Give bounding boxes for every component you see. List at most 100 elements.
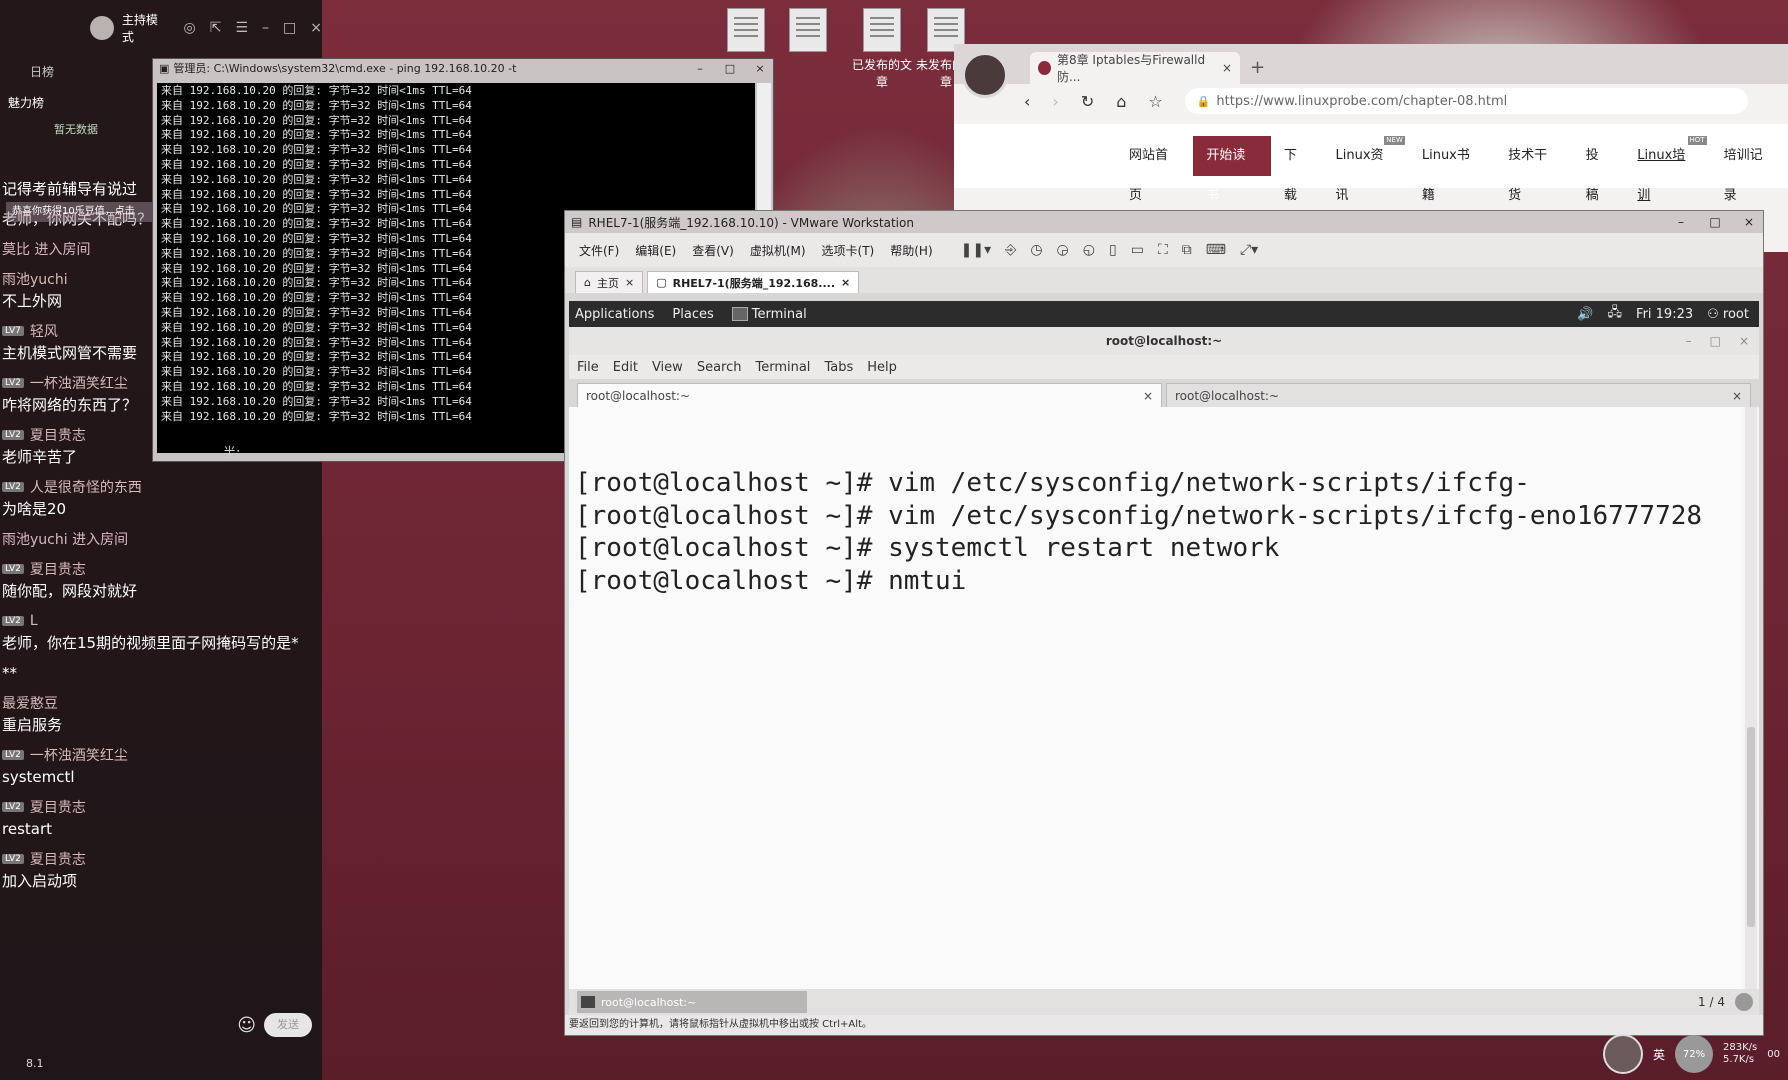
menu-edit[interactable]: Edit <box>613 360 638 375</box>
tray-extra[interactable]: 00 <box>1767 1049 1780 1060</box>
desktop-file-icon[interactable] <box>716 8 776 56</box>
guest-screen[interactable]: Applications Places Terminal 🔊 🖧 Fri 19:… <box>569 301 1759 1015</box>
site-nav-item[interactable]: Linux资讯 NEW <box>1323 136 1409 203</box>
vm-tab-home[interactable]: ⌂ 主页 × <box>575 271 644 293</box>
menu-help[interactable]: 帮助(H) <box>890 242 932 259</box>
send-button[interactable]: 发送 <box>264 1013 312 1037</box>
home-icon[interactable]: ⌂ <box>1116 92 1126 111</box>
close-icon[interactable]: × <box>1143 389 1153 403</box>
site-nav-item[interactable]: 技术干货 <box>1495 136 1572 203</box>
fullscreen-icon[interactable]: ⛶ <box>1158 242 1168 258</box>
close-icon[interactable]: × <box>841 276 850 289</box>
site-nav-item[interactable]: 网站首页 <box>1116 136 1193 203</box>
close-icon[interactable]: × <box>1732 389 1742 403</box>
console-icon[interactable]: ⌨ <box>1206 242 1226 258</box>
settings-icon[interactable]: ◎ <box>184 20 196 36</box>
host-avatar[interactable] <box>90 16 114 40</box>
cpu-gauge[interactable]: 72% <box>1675 1035 1714 1073</box>
desktop-folder-published[interactable]: 已发布的文章 <box>850 8 914 90</box>
menu-terminal[interactable]: Terminal <box>755 360 810 375</box>
bookmark-star-icon[interactable]: ☆ <box>1148 92 1162 111</box>
minimize-icon[interactable]: – <box>262 20 269 36</box>
close-icon[interactable]: × <box>625 276 634 289</box>
applications-menu[interactable]: Applications <box>575 307 654 322</box>
site-nav-item[interactable]: Linux培训 HOT <box>1624 136 1710 203</box>
new-tab-icon[interactable]: + <box>1240 57 1275 84</box>
chat-username[interactable]: LV2 一杯浊酒笑红尘 <box>2 744 318 766</box>
reward-notice[interactable]: 恭喜你获得10乐豆值，点击 <box>6 202 156 222</box>
close-icon[interactable]: × <box>1222 61 1232 75</box>
site-nav-item[interactable]: 投稿 <box>1573 136 1625 203</box>
maximize-icon[interactable]: □ <box>283 20 296 36</box>
vm-tab-rhel[interactable]: ▢ RHEL7-1(服务端_192.168.... × <box>647 271 860 293</box>
popout-icon[interactable]: ⇱ <box>210 20 222 36</box>
address-bar[interactable]: 🔒 https://www.linuxprobe.com/chapter-08.… <box>1184 88 1748 114</box>
browser-tab[interactable]: 第8章 Iptables与Firewalld防... × <box>1030 52 1240 84</box>
snapshot-manager-icon[interactable]: ◵ <box>1083 242 1095 258</box>
minimize-icon[interactable]: – <box>1686 327 1692 355</box>
snapshot-icon[interactable]: ◷ <box>1030 242 1042 258</box>
chat-username[interactable]: LV2 夏目贵志 <box>2 848 318 870</box>
chat-username[interactable]: LV2 夏目贵志 <box>2 558 318 580</box>
terminal-titlebar[interactable]: root@localhost:~ – □ × <box>569 327 1759 355</box>
menu-help[interactable]: Help <box>867 360 897 375</box>
terminal-scrollbar[interactable] <box>1745 407 1757 989</box>
sidebar-toggle-icon[interactable]: ▯ <box>1109 242 1117 258</box>
volume-icon[interactable]: 🔊 <box>1577 307 1593 322</box>
stretch-icon[interactable]: ⤢▾ <box>1240 242 1258 258</box>
site-nav-item[interactable]: Linux书籍 <box>1409 136 1495 203</box>
maximize-icon[interactable]: □ <box>1710 327 1721 355</box>
chat-username[interactable]: LV2 夏目贵志 <box>2 796 318 818</box>
maximize-icon[interactable]: □ <box>717 62 743 75</box>
chat-username[interactable]: 雨池yuchi 进入房间 <box>2 528 318 550</box>
cmd-titlebar[interactable]: ▣ 管理员: C:\Windows\system32\cmd.exe - pin… <box>153 59 773 77</box>
chat-username[interactable]: LV2 人是很奇怪的东西 <box>2 476 318 498</box>
site-nav-item[interactable]: 下载 <box>1271 136 1323 203</box>
menu-tabs[interactable]: 选项卡(T) <box>822 242 875 259</box>
menu-edit[interactable]: 编辑(E) <box>635 242 676 259</box>
user-menu[interactable]: ⚇ root <box>1707 307 1749 322</box>
menu-icon[interactable]: ☰ <box>235 20 248 36</box>
menu-tabs[interactable]: Tabs <box>824 360 853 375</box>
clock[interactable]: Fri 19:23 <box>1636 307 1693 322</box>
terminal-tab-1[interactable]: root@localhost:~ × <box>577 383 1162 407</box>
terminal-app-button[interactable]: Terminal <box>731 307 807 322</box>
vmware-titlebar[interactable]: ▤ RHEL7-1(服务端_192.168.10.10) - VMware Wo… <box>565 211 1763 233</box>
close-icon[interactable]: × <box>1735 215 1763 229</box>
back-icon[interactable]: ‹ <box>1024 92 1030 111</box>
workspace-indicator[interactable]: 1 / 4 <box>1698 995 1725 1009</box>
thumbnail-icon[interactable]: ▭ <box>1131 242 1144 258</box>
menu-vm[interactable]: 虚拟机(M) <box>750 242 806 259</box>
ime-language[interactable]: 英 <box>1653 1046 1665 1063</box>
unity-icon[interactable]: ⧉ <box>1182 242 1192 258</box>
send-keys-icon[interactable]: ⎆ <box>1005 242 1016 258</box>
workspace-switcher-icon[interactable] <box>1735 993 1753 1011</box>
minimize-icon[interactable]: – <box>687 62 713 75</box>
taskbar-terminal-item[interactable]: root@localhost:~ <box>577 991 807 1013</box>
menu-file[interactable]: 文件(F) <box>579 242 619 259</box>
chat-username[interactable]: 最爱憨豆 <box>2 692 318 714</box>
maximize-icon[interactable]: □ <box>1701 215 1729 229</box>
close-icon[interactable]: × <box>310 20 322 36</box>
snapshot-restore-icon[interactable]: ◶ <box>1057 242 1069 258</box>
emoji-icon[interactable]: ☺ <box>237 1015 256 1036</box>
minimize-icon[interactable]: – <box>1667 215 1695 229</box>
network-icon[interactable]: 🖧 <box>1608 303 1623 325</box>
pause-icon[interactable]: ❚❚▾ <box>961 242 992 258</box>
tab-daily-rank[interactable]: 日榜 <box>30 63 54 80</box>
reload-icon[interactable]: ↻ <box>1081 92 1094 111</box>
chat-username[interactable]: LV2 L <box>2 610 318 632</box>
close-icon[interactable]: × <box>747 62 773 75</box>
menu-view[interactable]: View <box>652 360 683 375</box>
menu-file[interactable]: File <box>577 360 599 375</box>
close-icon[interactable]: × <box>1739 327 1749 355</box>
site-nav-item[interactable]: 开始读书 <box>1193 136 1271 203</box>
streamer-avatar[interactable] <box>1603 1034 1644 1074</box>
places-menu[interactable]: Places <box>672 307 713 322</box>
terminal-output[interactable]: [root@localhost ~]# vim /etc/sysconfig/n… <box>569 407 1741 989</box>
terminal-tab-2[interactable]: root@localhost:~ × <box>1166 383 1751 407</box>
site-nav-item[interactable]: 培训记录 <box>1711 136 1788 203</box>
desktop-file-icon[interactable] <box>778 8 838 56</box>
forward-icon[interactable]: › <box>1052 92 1058 111</box>
menu-search[interactable]: Search <box>697 360 742 375</box>
